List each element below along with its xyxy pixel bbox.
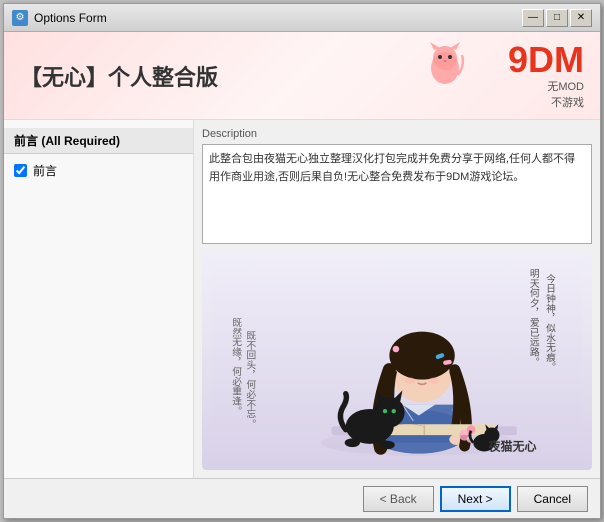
cancel-button[interactable]: Cancel [517,486,588,512]
description-text: 此整合包由夜猫无心独立整理汉化打包完成并免费分享于网络,任何人都不得用作商业用途… [209,153,575,183]
right-panel: Description 此整合包由夜猫无心独立整理汉化打包完成并免费分享于网络,… [194,120,600,478]
section-header: 前言 (All Required) [4,128,193,154]
logo-sub1: 无MOD [547,78,584,94]
cat-decoration [420,40,470,95]
back-button[interactable]: < Back [363,486,434,512]
left-panel: 前言 (All Required) 前言 [4,120,194,478]
logo-9dm: 9DM [508,42,584,78]
header-title: 【无心】个人整合版 [20,60,218,92]
illustration-area: 既然无缘，何必重逢。 既不回头，何必不忘。 明天何夕，爱已远路。 今日钟神，似水… [202,252,592,470]
svg-text:今日钟神，似水无痕。: 今日钟神，似水无痕。 [544,272,556,371]
svg-text:夜猫无心: 夜猫无心 [488,438,537,453]
preface-checkbox[interactable] [14,164,27,177]
logo-area: 9DM 无MOD 不游戏 [508,42,584,110]
logo-sub2: 不游戏 [551,94,584,110]
options-window: ⚙ Options Form — □ ✕ 【无心】个人整合版 [3,3,601,519]
svg-text:既不回头，何必不忘。: 既不回头，何必不忘。 [244,330,256,428]
next-button[interactable]: Next > [440,486,511,512]
window-title: Options Form [34,11,522,25]
description-label: Description [202,128,592,140]
illustration-background: 既然无缘，何必重逢。 既不回头，何必不忘。 明天何夕，爱已远路。 今日钟神，似水… [202,252,592,470]
maximize-button[interactable]: □ [546,9,568,27]
svg-text:既然无缘，何必重逢。: 既然无缘，何必重逢。 [230,317,242,415]
window-icon: ⚙ [12,10,28,26]
header-banner: 【无心】个人整合版 9DM 无MOD 不游戏 [4,32,600,120]
content-area: 前言 (All Required) 前言 Description 此整合包由夜猫… [4,120,600,478]
minimize-button[interactable]: — [522,9,544,27]
close-button[interactable]: ✕ [570,9,592,27]
footer: < Back Next > Cancel [4,478,600,518]
checkbox-preface[interactable]: 前言 [4,158,193,183]
svg-text:明天何夕，爱已远路。: 明天何夕，爱已远路。 [528,268,540,366]
titlebar: ⚙ Options Form — □ ✕ [4,4,600,32]
description-box[interactable]: 此整合包由夜猫无心独立整理汉化打包完成并免费分享于网络,任何人都不得用作商业用途… [202,144,592,244]
titlebar-buttons: — □ ✕ [522,9,592,27]
